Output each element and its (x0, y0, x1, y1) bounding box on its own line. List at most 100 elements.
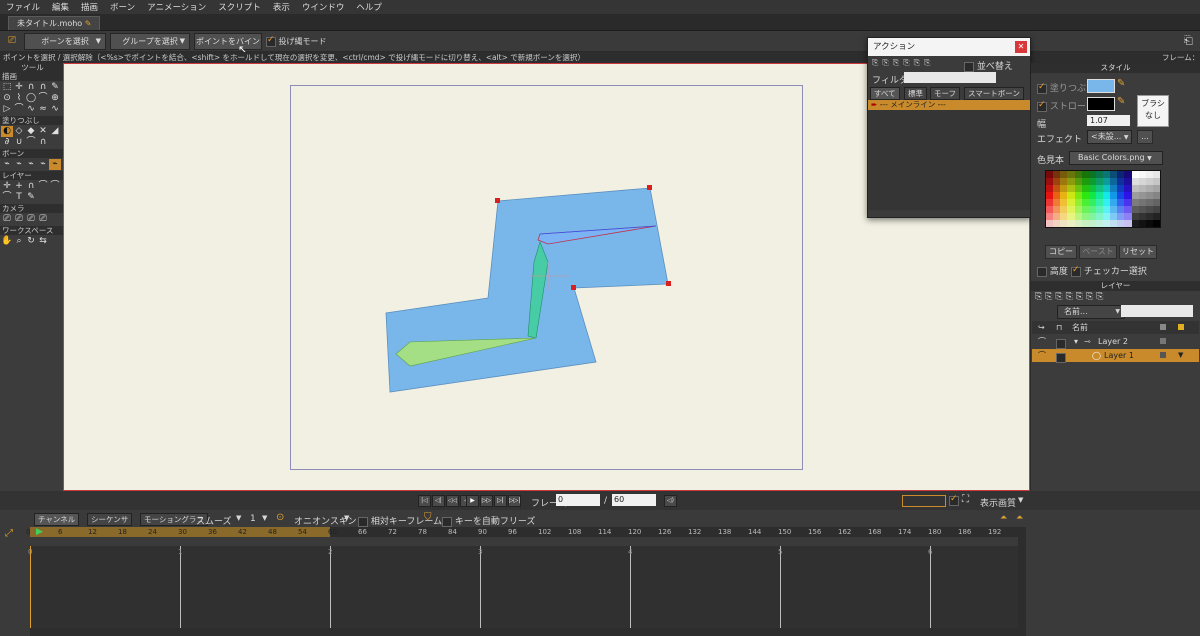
chevron-down-icon[interactable]: ▼ (1178, 349, 1183, 362)
tool-icon[interactable]: ∪ (13, 137, 25, 148)
tool-icon[interactable]: ⌒ (49, 181, 61, 192)
color-swatch[interactable] (1117, 178, 1125, 185)
color-swatch[interactable] (1110, 178, 1118, 185)
color-swatch[interactable] (1124, 171, 1132, 178)
color-swatch[interactable] (1103, 206, 1111, 213)
color-swatch[interactable] (1110, 199, 1118, 206)
actions-tab[interactable]: 標準 (904, 87, 927, 100)
color-swatch[interactable] (1131, 178, 1139, 185)
color-swatch[interactable] (1131, 192, 1139, 199)
end-icon[interactable]: ▷▷| (508, 495, 521, 507)
play-icon[interactable]: ▶ (466, 495, 479, 507)
layer-row-selected[interactable]: ⌒ ◯ Layer 1 ▼ (1032, 349, 1199, 363)
lock-checkbox[interactable] (1056, 352, 1066, 363)
color-swatch[interactable] (1138, 192, 1146, 199)
actions-titlebar[interactable]: アクション ✕ (868, 38, 1030, 56)
color-swatch[interactable] (1095, 178, 1103, 185)
color-swatch[interactable] (1117, 199, 1125, 206)
color-swatch[interactable] (1046, 192, 1054, 199)
color-swatch[interactable] (1053, 213, 1061, 220)
checkbox[interactable] (1037, 100, 1047, 112)
tool-icon[interactable]: ⎚ (1, 214, 13, 225)
color-swatch[interactable] (1046, 185, 1054, 192)
color-swatch[interactable] (1053, 178, 1061, 185)
menu-item[interactable]: 表示 (267, 1, 296, 13)
point-handle[interactable] (495, 198, 500, 203)
color-swatch[interactable] (1145, 185, 1153, 192)
layer-tool-icons[interactable]: ⎘⎘⎘⎘⎘⎘⎘ (1035, 292, 1106, 302)
reset-button[interactable]: リセット (1119, 245, 1157, 259)
color-swatch[interactable] (1152, 199, 1160, 206)
checkbox[interactable] (442, 516, 452, 527)
color-swatch[interactable] (1145, 206, 1153, 213)
color-swatch[interactable] (1138, 206, 1146, 213)
point-handle[interactable] (571, 285, 576, 290)
color-swatch[interactable] (1138, 185, 1146, 192)
keyframe-up-icon[interactable]: ⏶ (1000, 513, 1007, 523)
prev-key-icon[interactable]: ◁◁ (446, 495, 459, 507)
select-group-dropdown[interactable]: グループを選択 ▼ (110, 33, 190, 50)
tool-icon[interactable]: ◐ (1, 126, 13, 137)
timeline-tab[interactable]: チャンネル (34, 513, 80, 526)
color-swatch[interactable] (1060, 220, 1068, 227)
color-swatch[interactable] (1124, 185, 1132, 192)
point-handle[interactable] (647, 185, 652, 190)
color-swatch[interactable] (1103, 192, 1111, 199)
no-brush-button[interactable]: ブラシなし (1137, 95, 1169, 127)
fill-color-swatch[interactable] (1087, 79, 1115, 93)
color-swatch[interactable] (1088, 220, 1096, 227)
layer-sort-dropdown[interactable]: 名前... ▼ (1057, 305, 1125, 319)
timeline-tab[interactable]: シーケンサ (87, 513, 133, 526)
onion-skin-icon[interactable]: ⊙ (276, 512, 284, 523)
lock-checkbox[interactable] (1056, 338, 1066, 349)
palette-dropdown[interactable]: Basic Colors.png ▼ (1069, 151, 1163, 165)
color-swatch[interactable] (1095, 185, 1103, 192)
layer-row[interactable]: ⌒ ▾ ⊸ Layer 2 (1032, 335, 1199, 349)
color-swatch[interactable] (1152, 171, 1160, 178)
color-swatch[interactable] (1131, 185, 1139, 192)
rewind-icon[interactable]: |◁ (418, 495, 431, 507)
color-swatch[interactable] (1124, 192, 1132, 199)
paste-button[interactable]: ペースト (1079, 245, 1117, 259)
checker-checkbox[interactable]: チェッカー選択 (1071, 264, 1147, 277)
color-swatch[interactable] (1145, 213, 1153, 220)
color-swatch[interactable] (1138, 199, 1146, 206)
color-swatch[interactable] (1046, 171, 1054, 178)
tool-icon[interactable]: ◆ (25, 126, 37, 137)
color-palette[interactable] (1045, 170, 1161, 228)
color-swatch[interactable] (1124, 178, 1132, 185)
timeline-scrollbar[interactable] (30, 628, 1018, 636)
color-swatch[interactable] (1145, 171, 1153, 178)
effect-more-button[interactable]: ... (1137, 130, 1153, 144)
chevron-down-icon[interactable]: ▼ (1018, 496, 1023, 504)
color-swatch[interactable] (1095, 199, 1103, 206)
color-swatch[interactable] (1067, 185, 1075, 192)
step-forward-icon[interactable]: ▷| (494, 495, 507, 507)
timeline-tracks[interactable]: 0 1 2 3 4 5 6 (28, 546, 1018, 628)
tool-icon[interactable]: ✕ (37, 126, 49, 137)
tool-icon[interactable]: ∩ (25, 181, 37, 192)
action-tool-icons[interactable]: ⎘⎘⎘⎘⎘⎘ (872, 58, 934, 68)
tool-icon[interactable]: ⌁ (13, 159, 25, 170)
tool-icon[interactable]: ✛ (1, 181, 13, 192)
color-swatch[interactable] (1138, 178, 1146, 185)
tool-icon[interactable]: ∿ (49, 104, 61, 115)
color-swatch[interactable] (1081, 199, 1089, 206)
menu-item[interactable]: 描画 (75, 1, 104, 13)
menu-item[interactable]: スクリプト (212, 1, 267, 13)
menu-item[interactable]: ボーン (104, 1, 141, 13)
color-swatch[interactable] (1152, 185, 1160, 192)
color-swatch[interactable] (1053, 192, 1061, 199)
tool-icon[interactable]: ∿ (25, 104, 37, 115)
tool-icon[interactable]: ∩ (25, 82, 37, 93)
color-swatch[interactable] (1046, 220, 1054, 227)
color-swatch[interactable] (1046, 213, 1054, 220)
tool-icon[interactable]: ◇ (13, 126, 25, 137)
eye-icon[interactable]: ⌒ (1038, 349, 1046, 362)
color-swatch[interactable] (1074, 206, 1082, 213)
tool-icon[interactable]: ⌕ (13, 236, 25, 247)
color-swatch[interactable] (1124, 220, 1132, 227)
color-swatch[interactable] (1074, 213, 1082, 220)
brush-icon[interactable]: ✎ (1117, 78, 1125, 89)
next-key-icon[interactable]: ▷▷ (480, 495, 493, 507)
